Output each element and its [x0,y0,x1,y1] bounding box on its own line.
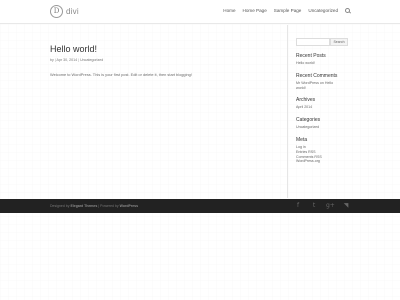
archive-link[interactable]: April 2014 [296,105,348,110]
search-button[interactable]: Search [330,38,348,46]
post-date: Apr 30, 2014 [56,58,78,62]
category-link[interactable]: Uncategorized [296,125,348,130]
meta-link-wordpress-org[interactable]: WordPress.org [296,159,348,164]
nav-item-uncategorized[interactable]: Uncategorized [308,8,338,13]
widget-categories: Categories Uncategorized [296,117,348,130]
nav-item-home[interactable]: Home [223,8,235,13]
main-nav: Home Home Page Sample Page Uncategorized [223,8,350,13]
search-input[interactable] [296,38,330,46]
recent-comment-link[interactable]: world! [296,86,348,91]
footer-powered-prefix: | Powered by [98,204,119,208]
site-logo[interactable]: D divi [50,5,79,18]
post-title[interactable]: Hello world! [50,44,280,55]
widget-title: Archives [296,97,316,104]
social-links: f t g+ ◥ [294,202,350,210]
widget-title: Categories [296,117,321,124]
post-meta-prefix: by [50,58,54,62]
footer-designer-link[interactable]: Elegant Themes [70,204,97,208]
widget-recent-comments: Recent Comments Mr WordPress on Hello wo… [296,73,348,91]
site-footer: Designed by Elegant Themes | Powered by … [0,199,400,213]
widget-recent-posts: Recent Posts Hello world! [296,53,348,66]
nav-item-home-page[interactable]: Home Page [243,8,267,13]
sidebar-search: Search [296,38,348,46]
search-icon[interactable] [345,8,350,13]
site-header: D divi Home Home Page Sample Page Uncate… [0,0,400,24]
widget-meta: Meta Log in Entries RSS Comments RSS Wor… [296,137,348,164]
widget-title: Recent Comments [296,72,338,79]
google-plus-icon[interactable]: g+ [326,202,335,210]
footer-wordpress-link[interactable]: WordPress [120,204,138,208]
recent-post-link[interactable]: Hello world! [296,61,348,66]
content-divider [287,25,288,198]
post-excerpt: Welcome to WordPress. This is your first… [50,72,192,77]
nav-item-sample-page[interactable]: Sample Page [274,8,302,13]
footer-credit: Designed by Elegant Themes | Powered by … [50,204,138,208]
twitter-icon[interactable]: t [310,202,318,210]
logo-mark: D [50,5,63,18]
post-meta-separator: | [78,58,80,62]
rss-icon[interactable]: ◥ [342,202,350,210]
main-content: Hello world! by | Apr 30, 2014 | Uncateg… [50,44,280,77]
post-meta: by | Apr 30, 2014 | Uncategorized [50,58,280,63]
sidebar: Search Recent Posts Hello world! Recent … [296,38,348,164]
widget-title: Recent Posts [296,53,326,59]
footer-designed-prefix: Designed by [50,204,70,208]
post-category-link[interactable]: Uncategorized [80,58,103,62]
widget-archives: Archives April 2014 [296,97,348,110]
logo-text: divi [66,7,79,16]
widget-title: Meta [296,136,308,143]
facebook-icon[interactable]: f [294,202,302,210]
